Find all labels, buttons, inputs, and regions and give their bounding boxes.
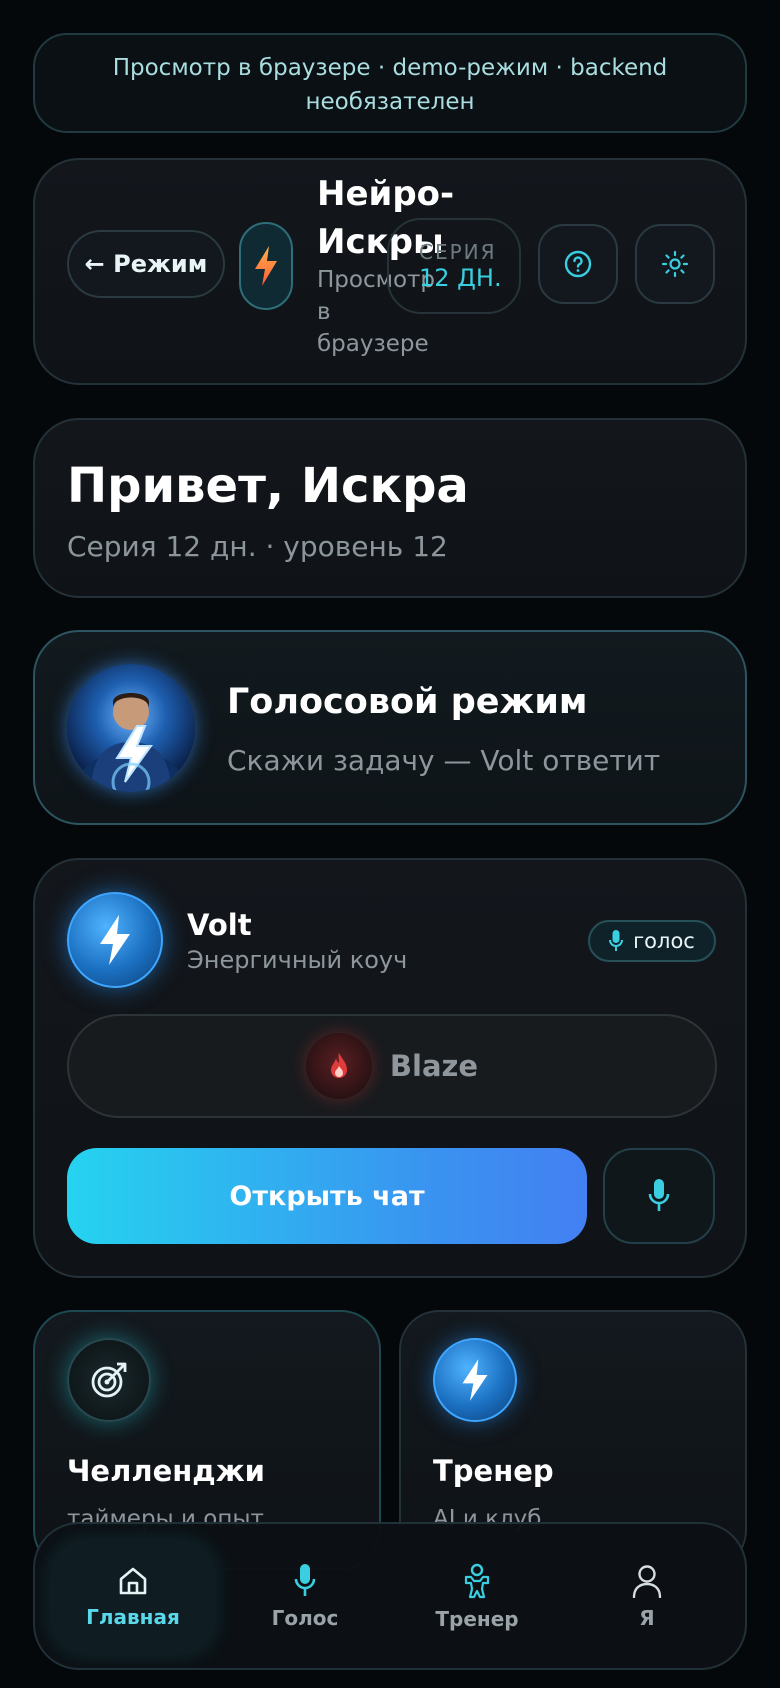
coach-name: Volt xyxy=(187,908,252,942)
coach-avatar xyxy=(67,892,163,988)
coach-role: Энергичный коуч xyxy=(187,946,408,974)
bolt-icon xyxy=(433,1338,517,1422)
streak-badge: СЕРИЯ 12 ДН. xyxy=(387,218,521,314)
app-logo xyxy=(239,222,293,310)
user-icon xyxy=(632,1565,662,1598)
nav-item-trainer[interactable]: Тренер xyxy=(395,1540,559,1654)
blaze-avatar xyxy=(305,1033,372,1099)
bolt-icon xyxy=(255,246,277,286)
mic-icon xyxy=(294,1564,316,1596)
voice-mode-subtitle: Скажи задачу — Volt ответит xyxy=(227,744,661,777)
voice-chip-label: голос xyxy=(633,929,695,953)
blaze-label: Blaze xyxy=(389,1049,479,1083)
home-icon xyxy=(119,1567,147,1595)
greeting-card: Привет, Искра Серия 12 дн. · уровень 12 xyxy=(33,418,747,598)
streak-value: 12 ДН. xyxy=(419,264,502,292)
app-header: ← Режим Нейро-Искры Просмотр в браузере … xyxy=(33,158,747,385)
bottom-nav: Главная Голос Тренер Я xyxy=(33,1522,747,1670)
challenges-title: Челленджи xyxy=(67,1454,265,1488)
switch-coach-blaze-button[interactable]: Blaze xyxy=(67,1014,717,1118)
nav-item-me[interactable]: Я xyxy=(565,1540,729,1654)
mic-button[interactable] xyxy=(603,1148,715,1244)
trainer-title: Тренер xyxy=(433,1454,554,1488)
help-icon xyxy=(564,250,592,278)
bolt-icon xyxy=(100,915,130,965)
open-chat-button[interactable]: Открыть чат xyxy=(67,1148,587,1244)
back-mode-button[interactable]: ← Режим xyxy=(67,230,225,298)
theme-button[interactable] xyxy=(635,224,715,304)
mic-icon xyxy=(648,1179,670,1211)
coach-card: Volt Энергичный коуч голос Blaze Открыть… xyxy=(33,858,747,1278)
nav-label-me: Я xyxy=(639,1606,655,1630)
sun-icon xyxy=(661,250,689,278)
nav-label-trainer: Тренер xyxy=(435,1607,519,1631)
greeting-title: Привет, Искра xyxy=(67,458,469,514)
streak-label: СЕРИЯ xyxy=(419,240,497,264)
banner-line-1: Просмотр в браузере · demo-режим · backe… xyxy=(112,55,668,81)
nav-item-home[interactable]: Главная xyxy=(51,1540,215,1654)
target-icon xyxy=(67,1338,151,1422)
demo-banner: Просмотр в браузере · demo-режим · backe… xyxy=(33,33,747,133)
trainer-icon xyxy=(464,1563,490,1599)
nav-item-voice[interactable]: Голос xyxy=(223,1540,387,1654)
voice-chip[interactable]: голос xyxy=(588,920,716,962)
nav-label-home: Главная xyxy=(86,1605,180,1629)
greeting-subtitle: Серия 12 дн. · уровень 12 xyxy=(67,530,448,563)
mic-icon xyxy=(609,930,624,951)
banner-line-2: необязателен xyxy=(305,89,475,115)
flame-icon xyxy=(330,1053,347,1078)
voice-mode-title: Голосовой режим xyxy=(227,682,588,722)
nav-label-voice: Голос xyxy=(271,1606,339,1630)
help-button[interactable] xyxy=(538,224,618,304)
voice-mode-card[interactable]: Голосовой режим Скажи задачу — Volt отве… xyxy=(33,630,747,825)
volt-avatar xyxy=(67,664,195,792)
